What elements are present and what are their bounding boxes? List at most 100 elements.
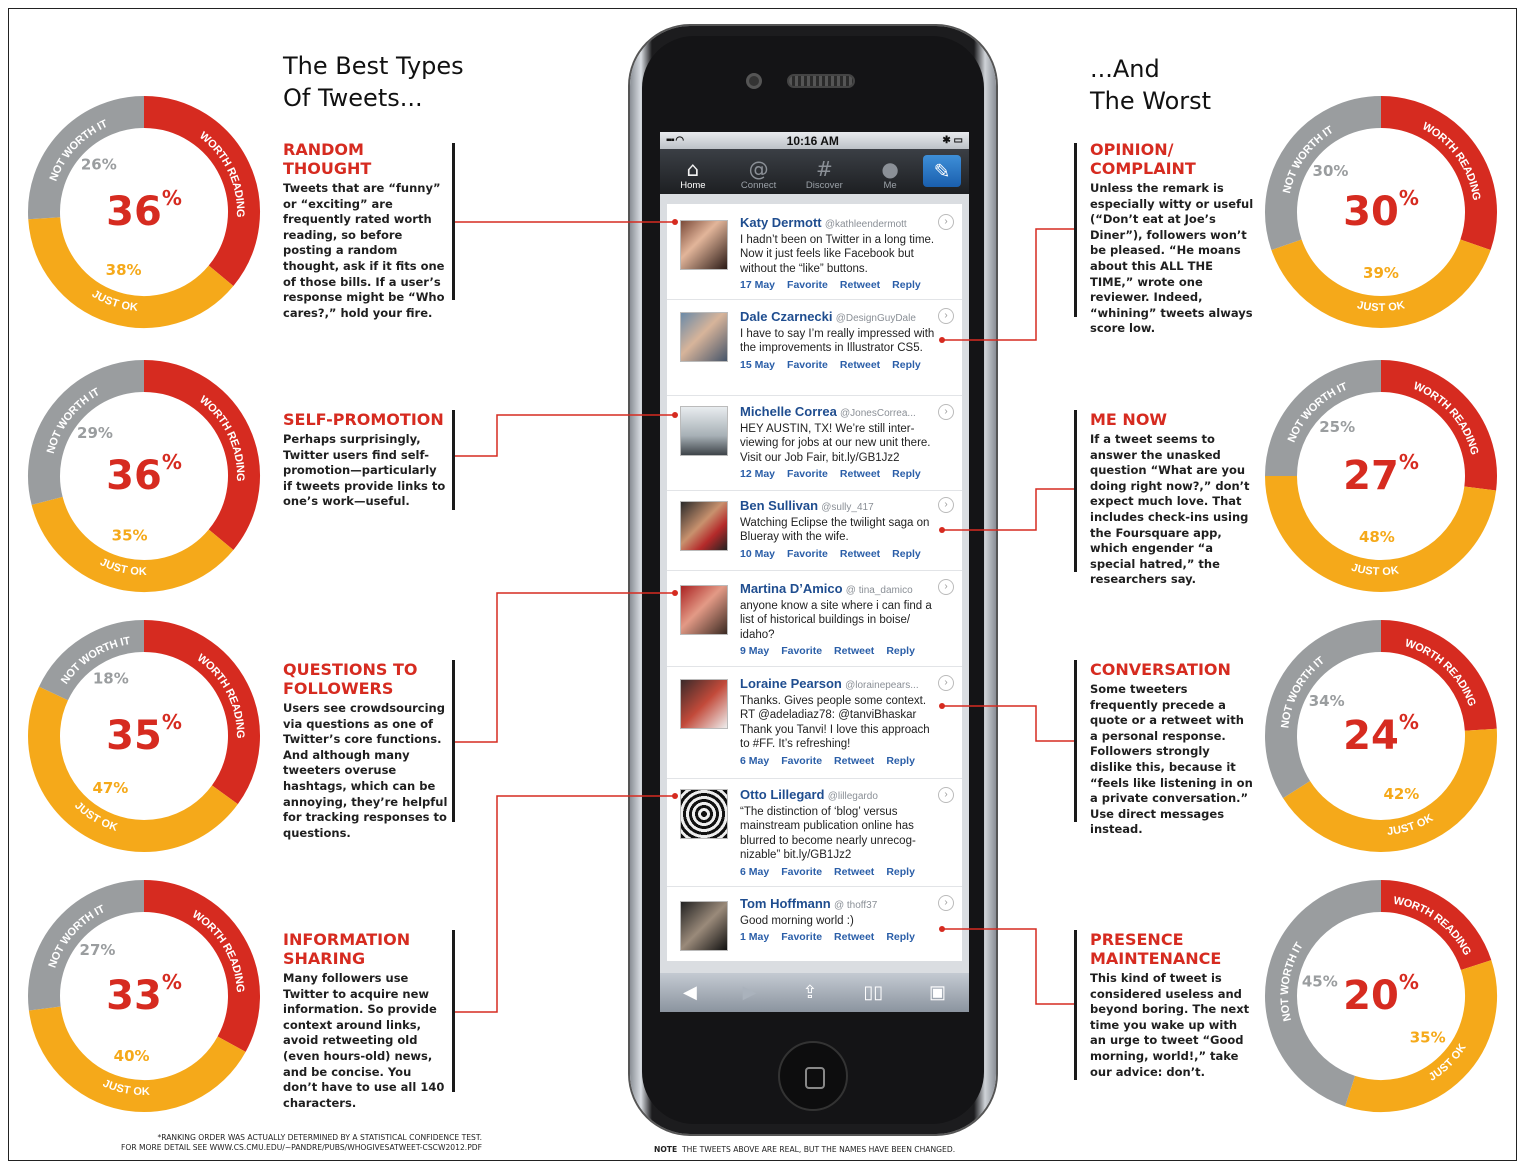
tweet-author[interactable]: Loraine Pearson <box>740 676 842 691</box>
favorite-link[interactable]: Favorite <box>787 468 828 480</box>
retweet-link[interactable]: Retweet <box>834 755 874 767</box>
chevron-right-icon[interactable]: › <box>938 308 954 324</box>
tweet-item[interactable]: › Tom Hoffmann @ thoff37 Good morning wo… <box>667 887 962 961</box>
avatar <box>680 789 728 839</box>
tweet-date[interactable]: 17 May <box>740 279 775 291</box>
tweet-date[interactable]: 1 May <box>740 931 769 943</box>
retweet-link[interactable]: Retweet <box>840 468 880 480</box>
tab-connect[interactable]: @ Connect <box>726 149 792 194</box>
home-button[interactable] <box>778 1041 848 1111</box>
reply-link[interactable]: Reply <box>892 468 921 480</box>
pct-not-worth-it: 45% <box>1302 972 1338 990</box>
tabs-icon[interactable]: ▣ <box>929 982 946 1003</box>
chevron-right-icon[interactable]: › <box>938 895 954 911</box>
favorite-link[interactable]: Favorite <box>781 931 822 943</box>
tweet-author[interactable]: Dale Czarnecki <box>740 309 833 324</box>
retweet-link[interactable]: Retweet <box>840 359 880 371</box>
donut-svg: WORTH READINGJUST OKNOT WORTH IT47%18% <box>28 620 260 852</box>
avatar <box>680 312 728 362</box>
favorite-link[interactable]: Favorite <box>781 755 822 767</box>
compose-button[interactable]: ✎ <box>923 155 961 187</box>
footnote-ranking: *RANKING ORDER WAS ACTUALLY DETERMINED B… <box>62 1133 482 1153</box>
tweet-author[interactable]: Tom Hoffmann <box>740 896 831 911</box>
pct-not-worth-it: 25% <box>1319 418 1355 436</box>
pct-not-worth-it: 30% <box>1313 162 1349 180</box>
tab-me[interactable]: ● Me <box>857 149 923 194</box>
pct-not-worth-it: 27% <box>80 941 116 959</box>
category-title: ME NOW <box>1090 410 1168 429</box>
tweet-author[interactable]: Martina D’Amico <box>740 581 843 596</box>
favorite-link[interactable]: Favorite <box>781 866 822 878</box>
tab-discover[interactable]: # Discover <box>792 149 858 194</box>
category-body: Unless the remark is especially witty or… <box>1090 181 1254 336</box>
pct-not-worth-it: 26% <box>81 156 117 174</box>
chevron-right-icon[interactable]: › <box>938 214 954 230</box>
tweet-text: Good morning world :) <box>740 914 854 927</box>
tab-label: Home <box>680 180 706 191</box>
tweet-handle: @kathleendermott <box>824 219 907 230</box>
tweet-date[interactable]: 12 May <box>740 468 775 480</box>
favorite-link[interactable]: Favorite <box>787 548 828 560</box>
tweet-item[interactable]: › Michelle Correa @JonesCorrea... HEY AU… <box>667 396 962 491</box>
tweet-author[interactable]: Otto Lillegard <box>740 787 825 802</box>
tweet-author[interactable]: Michelle Correa <box>740 404 837 419</box>
desc-information-sharing: INFORMATION SHARING Many followers use T… <box>283 930 448 1111</box>
tweet-date[interactable]: 9 May <box>740 645 769 657</box>
favorite-link[interactable]: Favorite <box>787 279 828 291</box>
tweet-item[interactable]: › Dale Czarnecki @DesignGuyDale I have t… <box>667 300 962 396</box>
footnote-line: *RANKING ORDER WAS ACTUALLY DETERMINED B… <box>157 1133 482 1142</box>
tweet-item[interactable]: › Ben Sullivan @sully_417 Watching Eclip… <box>667 491 962 571</box>
category-title: INFORMATION SHARING <box>283 930 411 968</box>
reply-link[interactable]: Reply <box>886 866 915 878</box>
reply-link[interactable]: Reply <box>886 645 915 657</box>
chevron-right-icon[interactable]: › <box>938 579 954 595</box>
tweet-date[interactable]: 6 May <box>740 755 769 767</box>
favorite-link[interactable]: Favorite <box>787 359 828 371</box>
reply-link[interactable]: Reply <box>886 755 915 767</box>
best-heading-line-1: The Best Types <box>283 52 464 80</box>
category-title: CONVERSATION <box>1090 660 1231 679</box>
status-bar: ▪▪▪ ◠ 10:16 AM ✱ ▭ <box>660 132 969 149</box>
category-body: Some tweeters frequently precede a quote… <box>1090 682 1253 837</box>
tab-home[interactable]: ⌂ Home <box>660 149 726 194</box>
forward-arrow-icon[interactable]: ▶ <box>743 982 757 1003</box>
reply-link[interactable]: Reply <box>892 548 921 560</box>
retweet-link[interactable]: Retweet <box>834 645 874 657</box>
tweet-date[interactable]: 10 May <box>740 548 775 560</box>
category-body: Users see crowdsourcing via questions as… <box>283 701 448 840</box>
favorite-link[interactable]: Favorite <box>781 645 822 657</box>
bookmarks-icon[interactable]: ▯▯ <box>863 982 883 1003</box>
footnote-note: NOTE THE TWEETS ABOVE ARE REAL, BUT THE … <box>654 1145 984 1155</box>
tweet-handle: @ tina_damico <box>845 585 913 596</box>
chevron-right-icon[interactable]: › <box>938 675 954 691</box>
reply-link[interactable]: Reply <box>886 931 915 943</box>
tweet-author[interactable]: Ben Sullivan <box>740 498 818 513</box>
retweet-link[interactable]: Retweet <box>834 931 874 943</box>
chevron-right-icon[interactable]: › <box>938 404 954 420</box>
tweet-item[interactable]: › Loraine Pearson @lorainepears... Thank… <box>667 667 962 779</box>
reply-link[interactable]: Reply <box>892 359 921 371</box>
retweet-link[interactable]: Retweet <box>840 279 880 291</box>
tweet-handle: @JonesCorrea... <box>840 408 916 419</box>
tweet-text: Thanks. Gives people some context. RT @a… <box>740 694 930 751</box>
share-icon[interactable]: ⇪ <box>802 982 817 1003</box>
tweet-author[interactable]: Katy Dermott <box>740 215 822 230</box>
tweet-item[interactable]: › Katy Dermott @kathleendermott I hadn’t… <box>667 204 962 300</box>
tweet-date[interactable]: 15 May <box>740 359 775 371</box>
tweet-item[interactable]: › Martina D’Amico @ tina_damico anyone k… <box>667 571 962 667</box>
tweet-item[interactable]: › Otto Lillegard @lillegardo “The distin… <box>667 779 962 887</box>
retweet-link[interactable]: Retweet <box>840 548 880 560</box>
worst-heading-line-1: ...And <box>1090 55 1160 83</box>
desc-random-thought: RANDOM THOUGHT Tweets that are “funny” o… <box>283 140 448 321</box>
back-arrow-icon[interactable]: ◀ <box>683 982 697 1003</box>
category-body: If a tweet seems to answer the unasked q… <box>1090 432 1250 587</box>
pct-just-ok: 48% <box>1359 528 1395 546</box>
desc-self-promotion: SELF-PROMOTION Perhaps surprisingly, Twi… <box>283 410 448 510</box>
tweet-text: Watching Eclipse the twilight saga on Bl… <box>740 516 930 544</box>
retweet-link[interactable]: Retweet <box>834 866 874 878</box>
chevron-right-icon[interactable]: › <box>938 497 954 513</box>
reply-link[interactable]: Reply <box>892 279 921 291</box>
tweet-text: “The distinction of ‘blog’ versus mainst… <box>740 805 916 862</box>
tweet-date[interactable]: 6 May <box>740 866 769 878</box>
chevron-right-icon[interactable]: › <box>938 787 954 803</box>
